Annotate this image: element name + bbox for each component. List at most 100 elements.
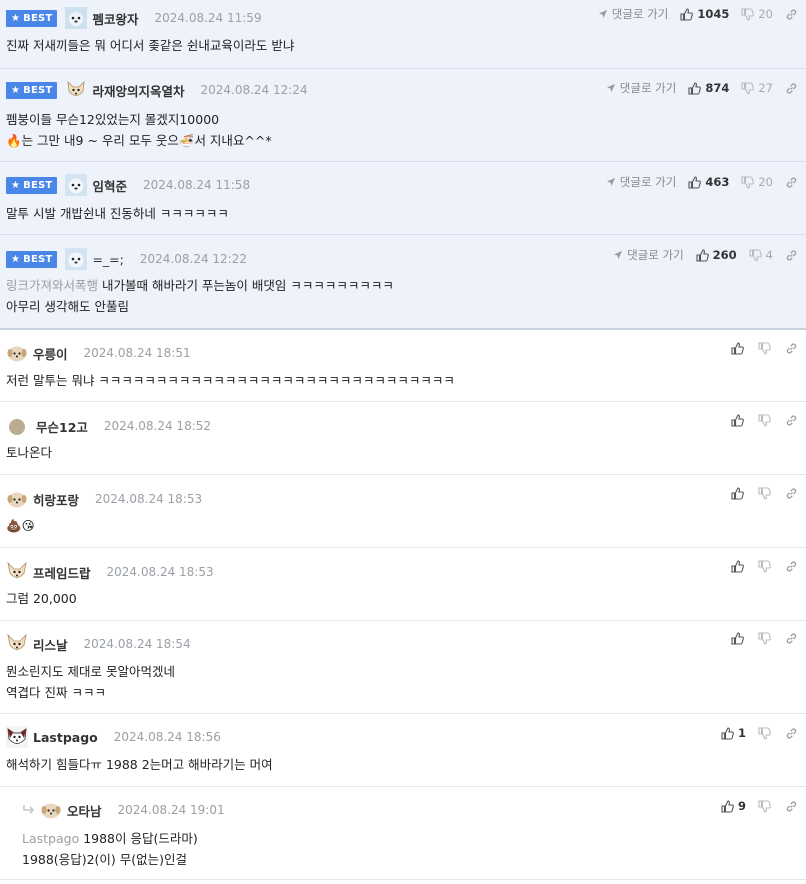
comment-header: 리스날 2024.08.24 18:54 [6, 632, 191, 656]
comment-date: 2024.08.24 18:56 [113, 730, 221, 744]
like-button[interactable]: 1 [721, 726, 746, 740]
reply-link[interactable]: 댓글로 가기 [613, 247, 684, 263]
dislike-button[interactable] [758, 560, 771, 573]
thumbs-down-icon [758, 726, 771, 740]
star-icon: ★ [11, 179, 21, 191]
arrow-icon [614, 251, 623, 259]
like-button[interactable]: 1045 [680, 7, 729, 21]
comment-date: 2024.08.24 18:54 [83, 637, 191, 651]
comment-actions: 댓글로 가기 463 20 [606, 174, 798, 190]
avatar[interactable] [6, 561, 28, 583]
like-button[interactable]: 874 [688, 81, 729, 95]
dislike-button[interactable]: 4 [749, 248, 773, 262]
like-button[interactable] [731, 342, 744, 355]
comment-actions [731, 632, 798, 645]
best-badge: ★ BEST [6, 176, 58, 194]
arrow-icon [606, 178, 615, 186]
dislike-button[interactable] [758, 799, 771, 813]
nickname[interactable]: Lastpago [33, 730, 98, 745]
like-button[interactable]: 463 [688, 175, 729, 189]
comment: Lastpago 2024.08.24 18:56 1 해석하기 힘들다ㅠ 19… [0, 714, 806, 787]
avatar[interactable] [6, 633, 28, 655]
nickname[interactable]: 리스날 [33, 635, 68, 654]
mention[interactable]: Lastpago [22, 831, 79, 846]
thumbs-down-icon [758, 487, 771, 500]
avatar[interactable] [6, 488, 28, 510]
like-button[interactable]: 260 [696, 248, 737, 262]
nickname[interactable]: 오타남 [67, 801, 102, 820]
nickname[interactable]: 펨코왕자 [92, 9, 138, 28]
comment-header: 프레임드랍 2024.08.24 18:53 [6, 560, 214, 584]
link-icon[interactable] [785, 249, 798, 262]
comment-actions [731, 414, 798, 427]
dislike-button[interactable] [758, 342, 771, 355]
reply-link[interactable]: 댓글로 가기 [606, 80, 676, 96]
link-icon[interactable] [785, 800, 798, 813]
comment-date: 2024.08.24 18:53 [95, 492, 203, 506]
nickname[interactable]: 히랑포랑 [33, 490, 79, 509]
dislike-button[interactable] [758, 487, 771, 500]
comment-header: ★ BEST 임혁준 2024.08.24 11:58 [6, 173, 250, 197]
fire-icon: 🔥 [6, 133, 22, 148]
arrow-icon [598, 10, 607, 18]
star-icon: ★ [11, 84, 21, 96]
comment-actions: 댓글로 가기 874 27 [606, 80, 798, 96]
thumbs-up-icon [688, 81, 702, 95]
avatar[interactable] [6, 726, 28, 748]
comment-body: 해석하기 힘들다ㅠ 1988 2는머고 해바라기는 머여 [6, 757, 273, 772]
avatar[interactable] [6, 415, 28, 437]
dislike-button[interactable]: 20 [741, 175, 773, 189]
comment-header: 히랑포랑 2024.08.24 18:53 [6, 487, 202, 511]
avatar[interactable] [65, 174, 88, 196]
like-button[interactable]: 9 [721, 799, 746, 813]
thumbs-down-icon [758, 414, 771, 427]
link-icon[interactable] [785, 176, 798, 189]
comment-actions: 댓글로 가기 1045 20 [598, 6, 798, 22]
reply-link[interactable]: 댓글로 가기 [598, 6, 668, 22]
comment-header: 무슨12고 2024.08.24 18:52 [6, 414, 211, 438]
link-icon[interactable] [785, 342, 798, 355]
nickname[interactable]: 무슨12고 [36, 417, 88, 436]
best-comment: ★ BEST 임혁준 2024.08.24 11:58 댓글로 가기 463 20… [0, 162, 806, 235]
nickname[interactable]: 우릉이 [33, 344, 68, 363]
dislike-button[interactable] [758, 726, 771, 740]
link-icon[interactable] [785, 8, 798, 21]
avatar[interactable] [6, 342, 28, 364]
link-icon[interactable] [785, 487, 798, 500]
thumbs-up-icon [688, 175, 702, 189]
dislike-button[interactable]: 27 [741, 81, 773, 95]
like-button[interactable] [731, 414, 744, 427]
comment-header: ★ BEST 라재앙의지옥열차 2024.08.24 12:24 [6, 78, 308, 102]
link-icon[interactable] [785, 632, 798, 645]
link-icon[interactable] [785, 560, 798, 573]
linked-text[interactable]: 링크가져와서폭행 [6, 278, 98, 293]
comment-actions [731, 560, 798, 573]
comment-header: Lastpago 2024.08.24 18:56 [6, 725, 221, 749]
comment-date: 2024.08.24 11:58 [142, 178, 251, 192]
reply-link[interactable]: 댓글로 가기 [606, 174, 676, 190]
comment-body: 진짜 저새끼들은 뭐 어디서 좆같은 쉰내교육이라도 받냐 [6, 38, 295, 53]
like-button[interactable] [731, 487, 744, 500]
avatar[interactable] [65, 79, 87, 101]
avatar[interactable] [65, 7, 88, 29]
link-icon[interactable] [785, 82, 798, 95]
nickname[interactable]: =_=; [92, 252, 123, 267]
nickname[interactable]: 라재앙의지옥열차 [92, 81, 184, 100]
comment-date: 2024.08.24 12:22 [139, 252, 247, 266]
dislike-button[interactable]: 20 [741, 7, 773, 21]
like-button[interactable] [731, 560, 744, 573]
reply-comment: 오타남 2024.08.24 19:01 9 Lastpago 1988이 응답… [0, 787, 806, 880]
dislike-button[interactable] [758, 414, 771, 427]
thumbs-up-icon [696, 248, 709, 262]
comment-body: 뭔소린지도 제대로 못알아먹겠네 역겹다 진짜 ㅋㅋㅋ [6, 664, 175, 700]
comment-body: 토나온다 [6, 445, 53, 460]
link-icon[interactable] [785, 727, 798, 740]
avatar[interactable] [65, 248, 88, 270]
like-button[interactable] [731, 632, 744, 645]
nickname[interactable]: 임혁준 [92, 176, 127, 195]
avatar[interactable] [40, 799, 62, 821]
nickname[interactable]: 프레임드랍 [33, 563, 91, 582]
dislike-button[interactable] [758, 632, 771, 645]
comment-actions: 댓글로 가기 260 4 [613, 247, 798, 263]
link-icon[interactable] [785, 414, 798, 427]
